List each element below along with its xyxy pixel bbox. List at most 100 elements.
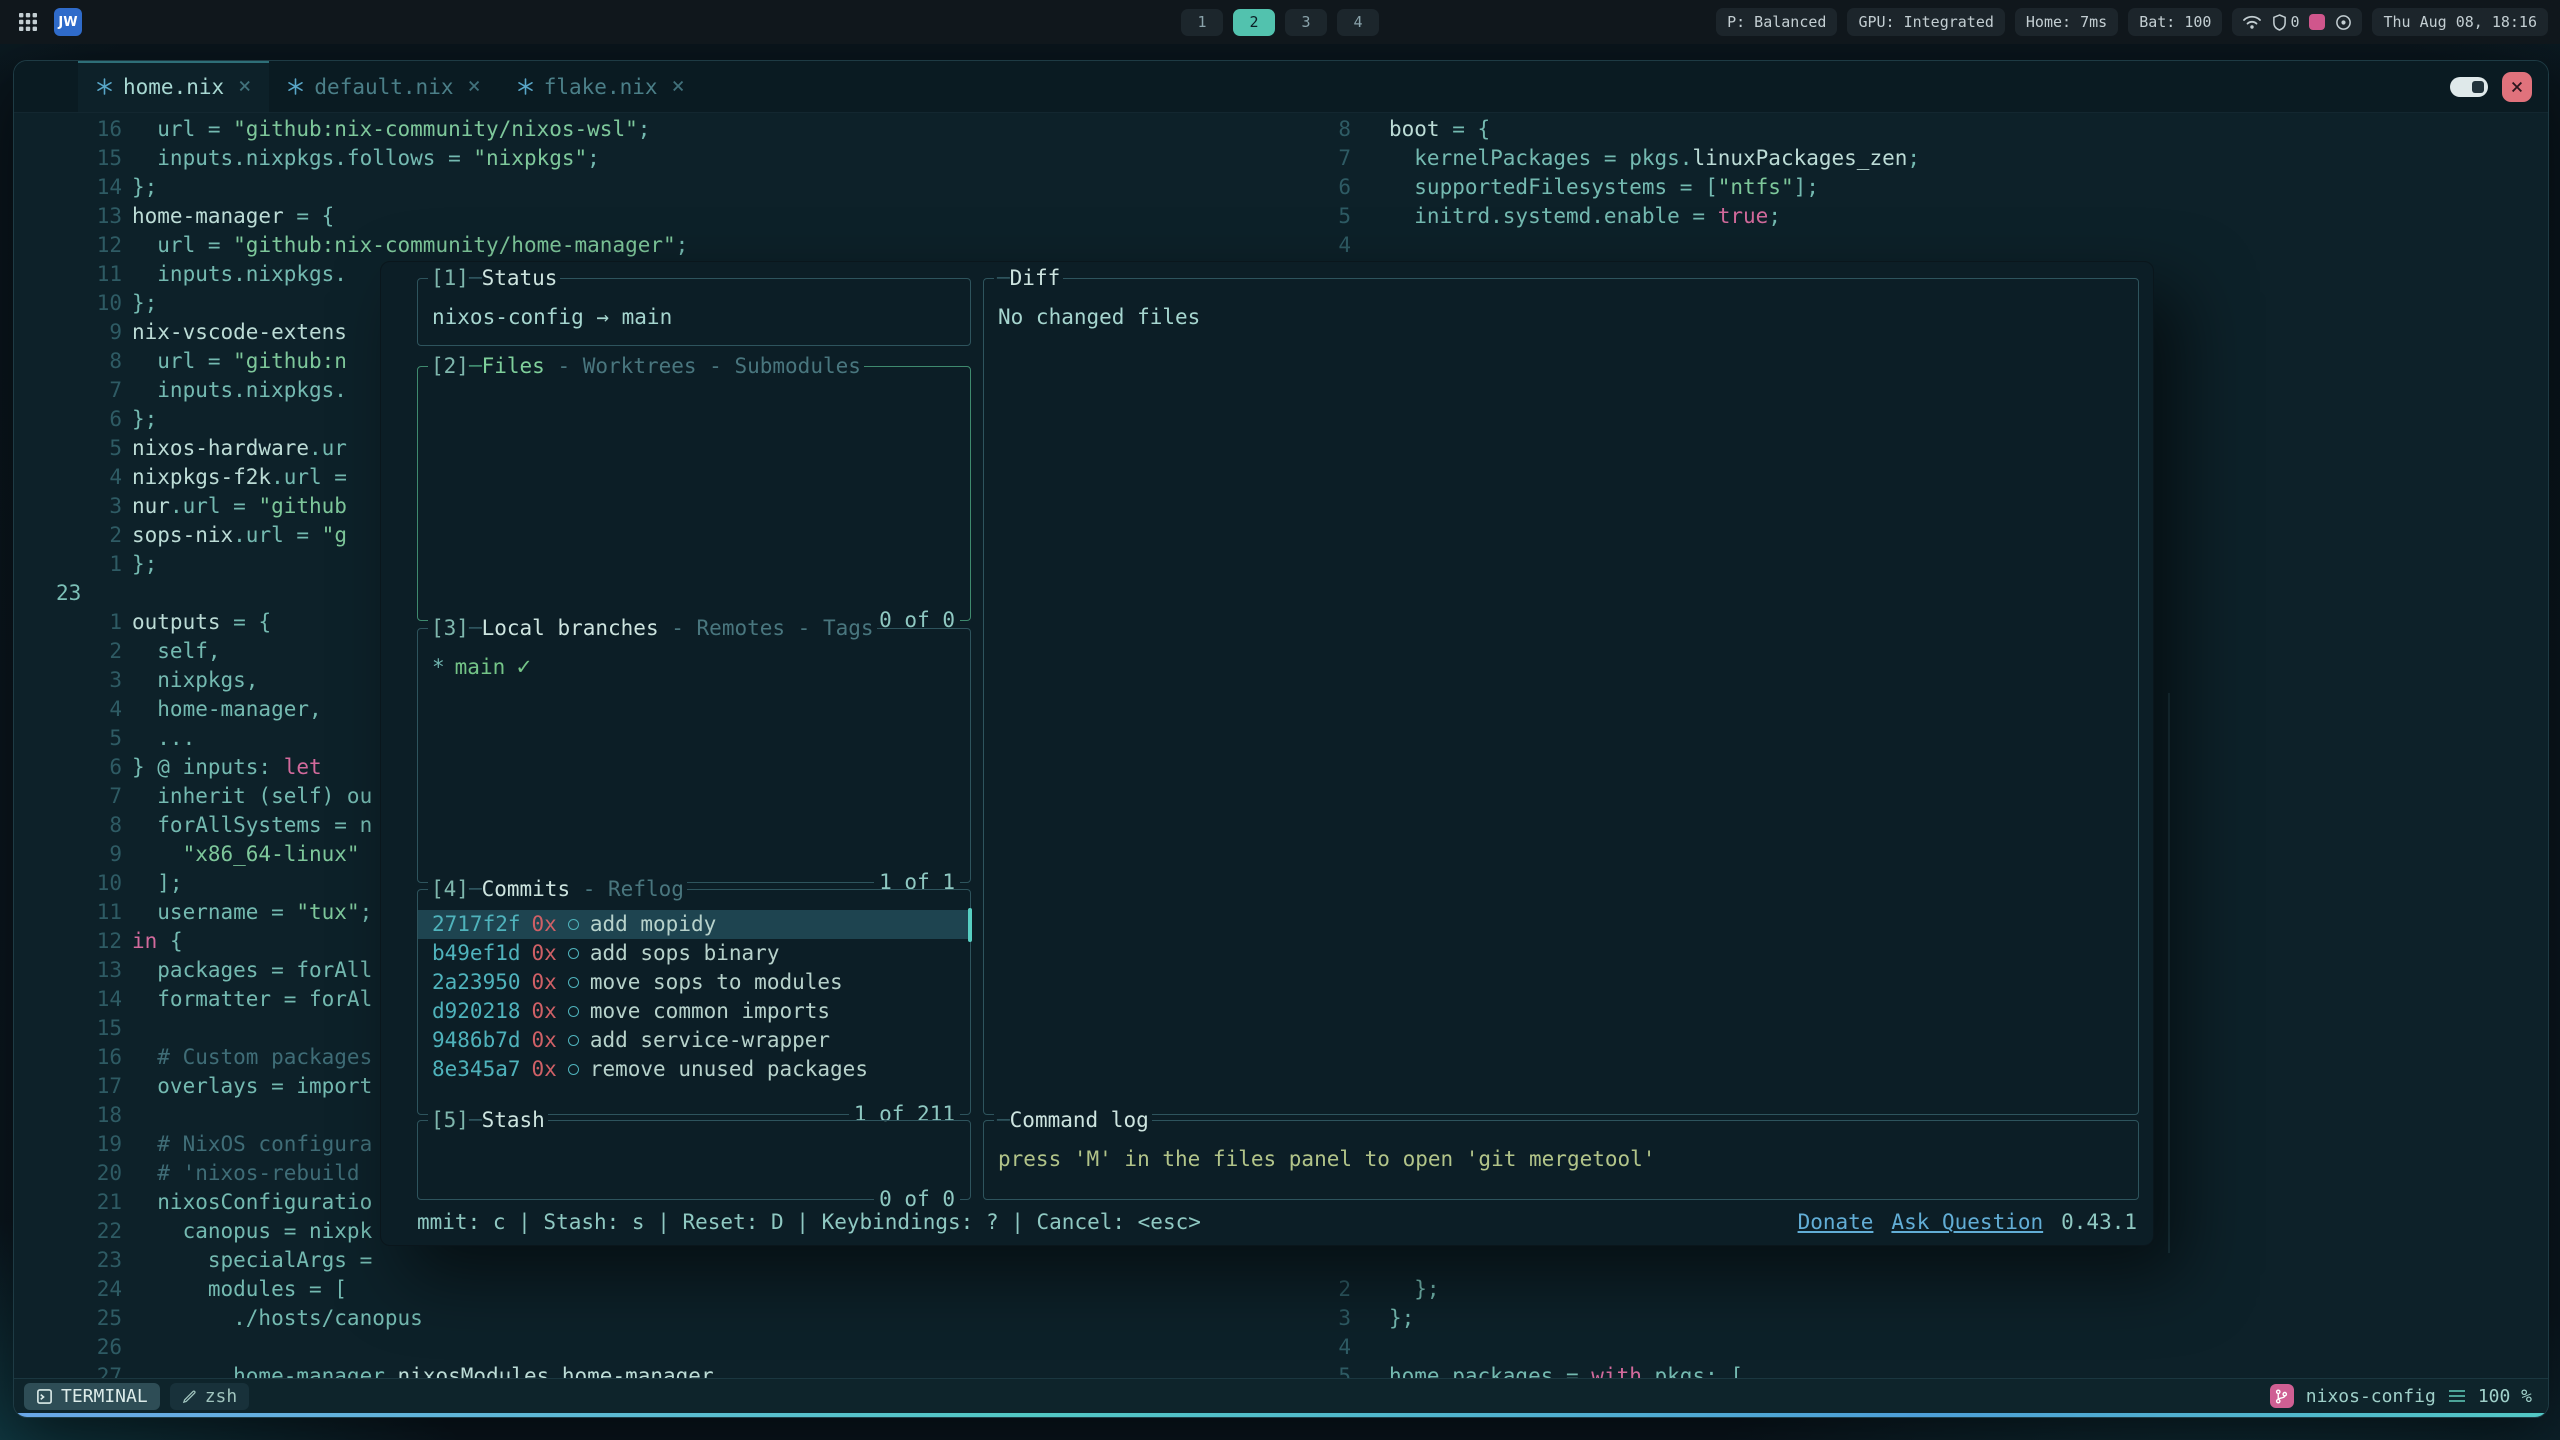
stash-panel-title: [5]Stash (428, 1106, 548, 1135)
status-chip: Home: 7ms (2015, 8, 2118, 36)
commit-message: move sops to modules (590, 968, 843, 997)
commit-author: 0x (532, 997, 557, 1026)
code-line: 6 supportedFilesystems = ["ntfs"]; (1323, 173, 2548, 202)
commit-message: add service-wrapper (590, 1026, 830, 1055)
code-line: 16 url = "github:nix-community/nixos-wsl… (14, 115, 1323, 144)
branch-name: main (455, 653, 506, 682)
code-line: 14}; (14, 173, 1323, 202)
status-panel-title: [1]Status (428, 264, 560, 293)
keybinding-hints: mmit: c | Stash: s | Reset: D | Keybindi… (417, 1208, 1201, 1237)
lazygit-link-ask-question[interactable]: Ask Question (1891, 1208, 2043, 1237)
lazygit-branches-panel[interactable]: [3]Local branches - Remotes - Tags *main… (417, 628, 971, 883)
git-repo-icon[interactable] (2270, 1384, 2294, 1408)
lazygit-stash-panel[interactable]: [5]Stash 0 of 0 (417, 1120, 971, 1200)
tray-icons[interactable]: 0 (2232, 8, 2362, 36)
status-chips: P: BalancedGPU: IntegratedHome: 7msBat: … (1716, 8, 2222, 36)
tab-label: home.nix (123, 75, 224, 99)
tab-label: flake.nix (544, 75, 658, 99)
commit-row[interactable]: b49ef1d0xadd sops binary (418, 939, 970, 968)
command-log-title: Command log (994, 1106, 1152, 1135)
window-accent-line (14, 1413, 2548, 1417)
commit-hash: 2a23950 (432, 968, 521, 997)
workspace-button-4[interactable]: 4 (1337, 9, 1379, 36)
lazygit-link-donate[interactable]: Donate (1798, 1208, 1874, 1237)
commit-node-icon (568, 1064, 579, 1075)
code-line: 24 modules = [ (14, 1275, 1323, 1304)
commit-node-icon (568, 919, 579, 930)
tab-home.nix[interactable]: home.nix × (78, 61, 269, 112)
media-icon[interactable] (2335, 14, 2352, 31)
tab-bar: home.nix × default.nix × flake.nix × × (14, 61, 2548, 113)
lines-icon (2448, 1389, 2466, 1403)
toggle-knob (2472, 81, 2484, 93)
commit-row[interactable]: 9486b7d 0x add service-wrapper (418, 1026, 970, 1055)
code-line: 26 (14, 1333, 1323, 1362)
mode-indicator: TERMINAL (24, 1383, 160, 1410)
commit-node-icon (568, 948, 579, 959)
tab-close-icon[interactable]: × (467, 74, 480, 99)
commits-list: 2717f2f0xadd mopidyb49ef1d0xadd sops bin… (418, 890, 970, 1084)
workspace-button-1[interactable]: 1 (1181, 9, 1223, 36)
diff-content: No changed files (984, 279, 2138, 332)
tab-default.nix[interactable]: default.nix × (269, 61, 498, 112)
lazygit-links: Donate Ask Question (1798, 1208, 2044, 1237)
commit-row[interactable]: 8e345a70xremove unused packages (418, 1055, 970, 1084)
lazygit-files-panel[interactable]: [2]Files - Worktrees - Submodules 0 of 0 (417, 366, 971, 621)
commit-hash: 2717f2f (432, 910, 521, 939)
tab-close-icon[interactable]: × (238, 74, 251, 99)
shell-label: zsh (205, 1386, 238, 1407)
wifi-icon[interactable] (2242, 14, 2262, 30)
commit-author: 0x (532, 910, 557, 939)
lazygit-commits-panel[interactable]: [4]Commits - Reflog 2717f2f0xadd mopidyb… (417, 889, 971, 1115)
status-bar: TERMINAL zsh nixos-config 100 % (14, 1378, 2548, 1413)
commit-hash: 9486b7d (432, 1026, 521, 1055)
command-log-text: press 'M' in the files panel to open 'gi… (984, 1121, 2138, 1174)
workspace-button-3[interactable]: 3 (1285, 9, 1327, 36)
tab-flake.nix[interactable]: flake.nix × (499, 61, 703, 112)
code-line: 4 (1323, 1333, 2548, 1362)
logo-badge[interactable]: JW (54, 8, 82, 36)
right-pane-bottom: 2 };3};45home.packages = with pkgs; [ (1323, 1275, 2548, 1379)
lazygit-command-log-panel[interactable]: Command log press 'M' in the files panel… (983, 1120, 2139, 1200)
commit-row[interactable]: d920218 0x move common imports (418, 997, 970, 1026)
commit-row[interactable]: 2a239500xmove sops to modules (418, 968, 970, 997)
grid-icon (18, 12, 38, 32)
commit-message: add sops binary (590, 939, 780, 968)
files-panel-title: [2]Files - Worktrees - Submodules (428, 352, 864, 381)
lazygit-status-panel[interactable]: [1]Status nixos-config → main (417, 278, 971, 346)
lazygit-diff-panel[interactable]: Diff No changed files (983, 278, 2139, 1115)
code-line: 15 inputs.nixpkgs.follows = "nixpkgs"; (14, 144, 1323, 173)
commit-hash: 8e345a7 (432, 1055, 521, 1084)
commit-author: 0x (532, 1026, 557, 1055)
nix-snowflake-icon (517, 78, 534, 95)
workspaces: 1234 (1181, 0, 1379, 44)
pencil-icon (182, 1389, 197, 1404)
commit-message: move common imports (590, 997, 830, 1026)
status-chip: GPU: Integrated (1847, 8, 2004, 36)
window-close-button[interactable]: × (2502, 72, 2532, 102)
code-line: 2 }; (1323, 1275, 2548, 1304)
commit-row[interactable]: 2717f2f0xadd mopidy (418, 910, 970, 939)
app-launcher-icon[interactable] (14, 8, 42, 36)
scroll-percent: 100 % (2478, 1386, 2532, 1407)
nix-snowflake-icon (287, 78, 304, 95)
mode-label: TERMINAL (61, 1386, 148, 1407)
branch-check-icon: ✓ (515, 653, 533, 682)
code-line: 13home-manager = { (14, 202, 1323, 231)
lazygit-popup: [1]Status nixos-config → main [2]Files -… (380, 261, 2154, 1246)
tab-label: default.nix (314, 75, 453, 99)
code-line: 23 specialArgs = (14, 1246, 1323, 1275)
commit-hash: d920218 (432, 997, 521, 1026)
commit-message: remove unused packages (590, 1055, 868, 1084)
window-controls: × (2450, 61, 2532, 113)
code-line: 4 (1323, 231, 2548, 260)
commits-panel-title: [4]Commits - Reflog (428, 875, 687, 904)
display-icon[interactable] (2309, 14, 2325, 30)
window-toggle[interactable] (2450, 77, 2488, 97)
shield-indicator[interactable]: 0 (2272, 13, 2299, 31)
tab-close-icon[interactable]: × (672, 74, 685, 99)
shield-icon (2272, 14, 2287, 31)
commits-scrollbar[interactable] (968, 908, 972, 942)
lazygit-version: 0.43.1 (2061, 1208, 2137, 1237)
workspace-button-2[interactable]: 2 (1233, 9, 1275, 36)
